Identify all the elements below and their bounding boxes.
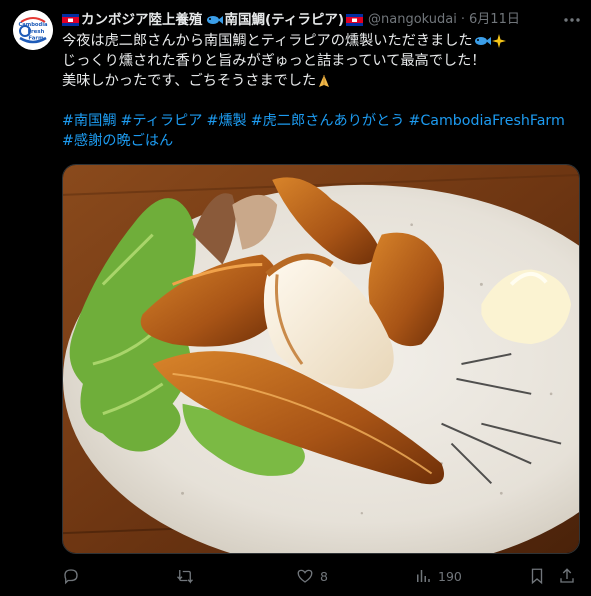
post-line-1: 今夜は虎二郎さんから南国鯛とティラピアの燻製いただきました <box>62 31 582 51</box>
post-text: 今夜は虎二郎さんから南国鯛とティラピアの燻製いただきました じっくり燻された香り… <box>62 31 582 151</box>
reply-button[interactable] <box>62 562 86 590</box>
author-name-text: カンボジア陸上養殖 <box>81 12 203 28</box>
post-line-3: 美味しかったです、ごちそうさまでした <box>62 71 582 91</box>
author-name[interactable]: カンボジア陸上養殖 南国鯛(ティラピア) <box>62 10 364 30</box>
tweet: Cambodia Fresh Farm カンボジア陸上養殖 南国鯛(ティラピア) <box>0 0 591 596</box>
hashtag-link[interactable]: #CambodiaFreshFarm <box>408 113 564 129</box>
fish-icon <box>206 16 223 24</box>
action-bar: 8 190 <box>62 562 582 590</box>
fish-icon <box>474 37 491 45</box>
views-icon <box>417 570 430 582</box>
hashtag-link[interactable]: #ティラピア <box>120 113 202 129</box>
more-icon[interactable] <box>563 12 581 28</box>
like-button[interactable]: 8 <box>296 562 328 590</box>
views-button[interactable]: 190 <box>414 562 462 590</box>
cambodia-flag-icon <box>346 14 364 26</box>
retweet-button[interactable] <box>176 562 200 590</box>
views-count: 190 <box>438 568 462 584</box>
bookmark-button[interactable] <box>528 562 546 590</box>
avatar[interactable]: Cambodia Fresh Farm <box>13 10 53 50</box>
like-count: 8 <box>320 568 328 584</box>
like-icon <box>297 569 313 583</box>
post-line-1-text: 今夜は虎二郎さんから南国鯛とティラピアの燻製いただきました <box>62 33 473 49</box>
share-button[interactable] <box>558 562 576 590</box>
hashtag-link[interactable]: #燻製 <box>206 113 246 129</box>
share-icon <box>560 568 574 583</box>
author-handle[interactable]: @nangokudai <box>368 10 457 30</box>
avatar-text-2: Fresh <box>28 29 45 35</box>
hashtag-link[interactable]: #虎二郎さんありがとう <box>251 113 405 129</box>
post-date[interactable]: 6月11日 <box>469 10 520 30</box>
folded-hands-icon <box>319 75 330 87</box>
post-header: カンボジア陸上養殖 南国鯛(ティラピア) @nangokudai · 6月11日 <box>62 10 582 30</box>
hashtags-line-1: #南国鯛 #ティラピア #燻製 #虎二郎さんありがとう #CambodiaFreshFa… <box>62 111 582 131</box>
bookmark-icon <box>531 568 543 585</box>
hashtags-line-2: #感謝の晩ごはん <box>62 131 582 151</box>
reply-icon <box>64 569 78 585</box>
post-line-3-text: 美味しかったです、ごちそうさまでした <box>62 73 317 89</box>
sparkles-icon <box>491 34 506 48</box>
post-photo[interactable] <box>62 164 580 554</box>
hashtag-link[interactable]: #南国鯛 <box>62 113 116 129</box>
retweet-icon <box>177 570 193 584</box>
hashtag-link[interactable]: #感謝の晩ごはん <box>62 133 173 149</box>
avatar-text-3: Farm <box>28 36 44 42</box>
author-name-suffix: 南国鯛(ティラピア) <box>224 12 345 28</box>
separator-dot: · <box>460 12 466 27</box>
avatar-text-1: Cambodia <box>19 22 48 28</box>
post-line-2: じっくり燻された香りと旨みがぎゅっと詰まっていて最高でした！ <box>62 53 486 69</box>
cambodia-flag-icon <box>62 14 79 26</box>
